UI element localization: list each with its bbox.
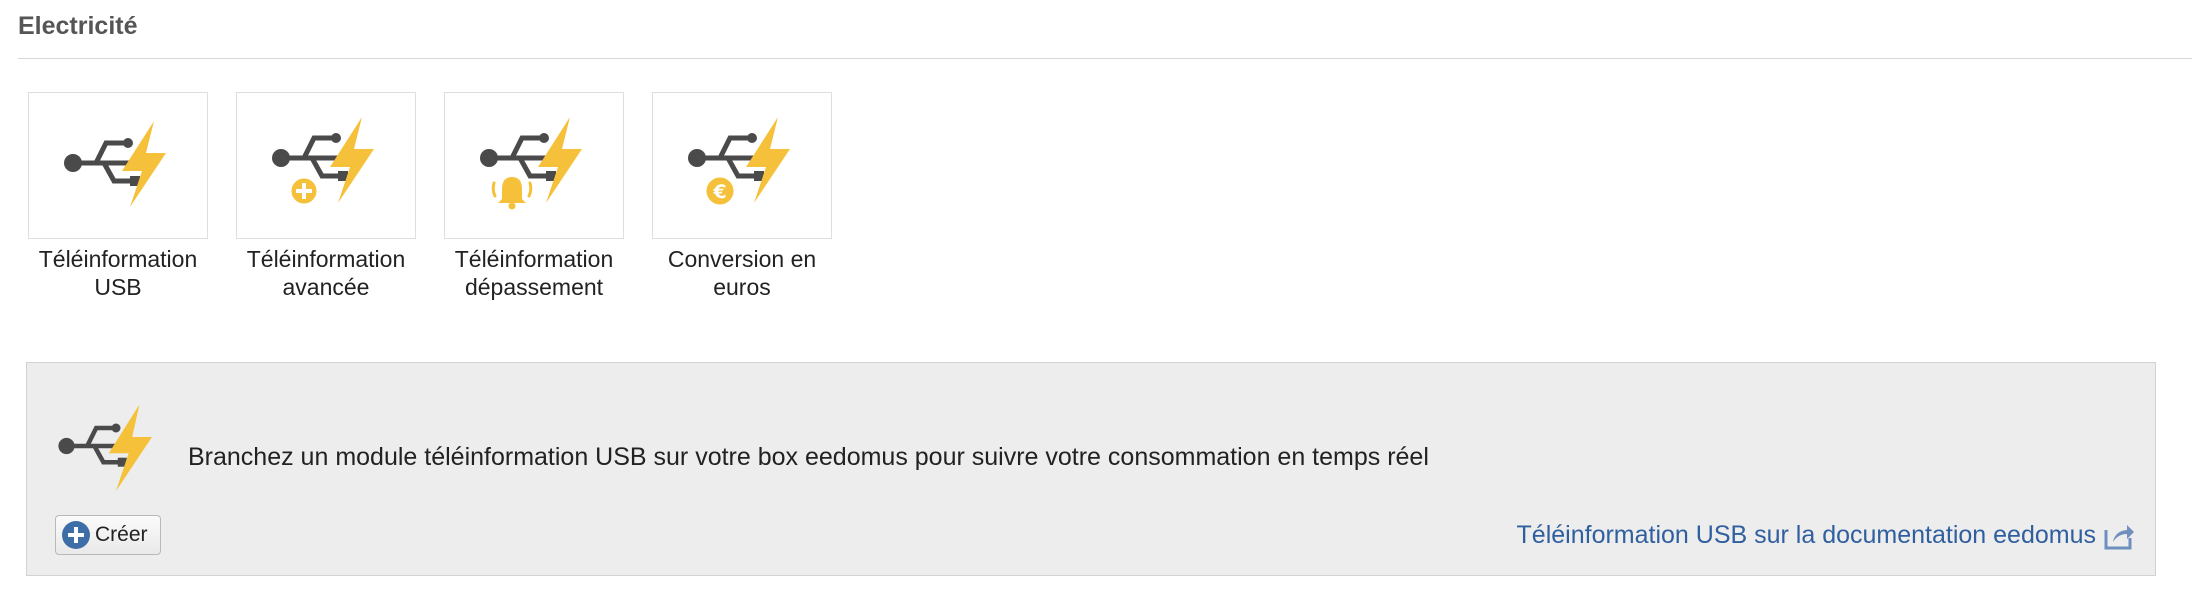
usb-lightning-bell-icon (474, 113, 594, 218)
tile-teleinformation-usb[interactable]: Téléinformation USB (28, 92, 208, 301)
tile-label[interactable]: Conversion en euros (652, 245, 832, 301)
usb-lightning-plus-icon (266, 113, 386, 218)
tile-label[interactable]: Téléinformation dépassement (444, 245, 624, 301)
page: Electricité Téléinformation USB Téléinfo… (0, 0, 2192, 598)
documentation-link[interactable]: Téléinformation USB sur la documentation… (1517, 521, 2135, 550)
tile-label[interactable]: Téléinformation USB (28, 245, 208, 301)
create-button[interactable]: Créer (55, 515, 161, 555)
usb-lightning-icon (47, 401, 167, 496)
usb-lightning-euro-icon: € (682, 113, 802, 218)
svg-text:€: € (712, 181, 726, 203)
section-divider (18, 58, 2192, 59)
module-description: Branchez un module téléinformation USB s… (188, 443, 1429, 471)
tile-icon-box[interactable]: € (652, 92, 832, 239)
tile-icon-box[interactable] (444, 92, 624, 239)
external-link-icon (2103, 522, 2135, 550)
tile-teleinformation-avancee[interactable]: Téléinformation avancée (236, 92, 416, 301)
usb-lightning-icon (58, 113, 178, 218)
section-title: Electricité (18, 12, 138, 40)
module-detail-panel: Branchez un module téléinformation USB s… (26, 362, 2156, 576)
tile-label[interactable]: Téléinformation avancée (236, 245, 416, 301)
tile-icon-box[interactable] (236, 92, 416, 239)
plus-circle-icon (61, 520, 91, 550)
tile-conversion-euros[interactable]: € Conversion en euros (652, 92, 832, 301)
module-tiles: Téléinformation USB Téléinformation avan… (28, 92, 860, 301)
documentation-link-label: Téléinformation USB sur la documentation… (1516, 521, 2096, 549)
create-button-label: Créer (95, 523, 148, 546)
tile-icon-box[interactable] (28, 92, 208, 239)
tile-teleinformation-depassement[interactable]: Téléinformation dépassement (444, 92, 624, 301)
